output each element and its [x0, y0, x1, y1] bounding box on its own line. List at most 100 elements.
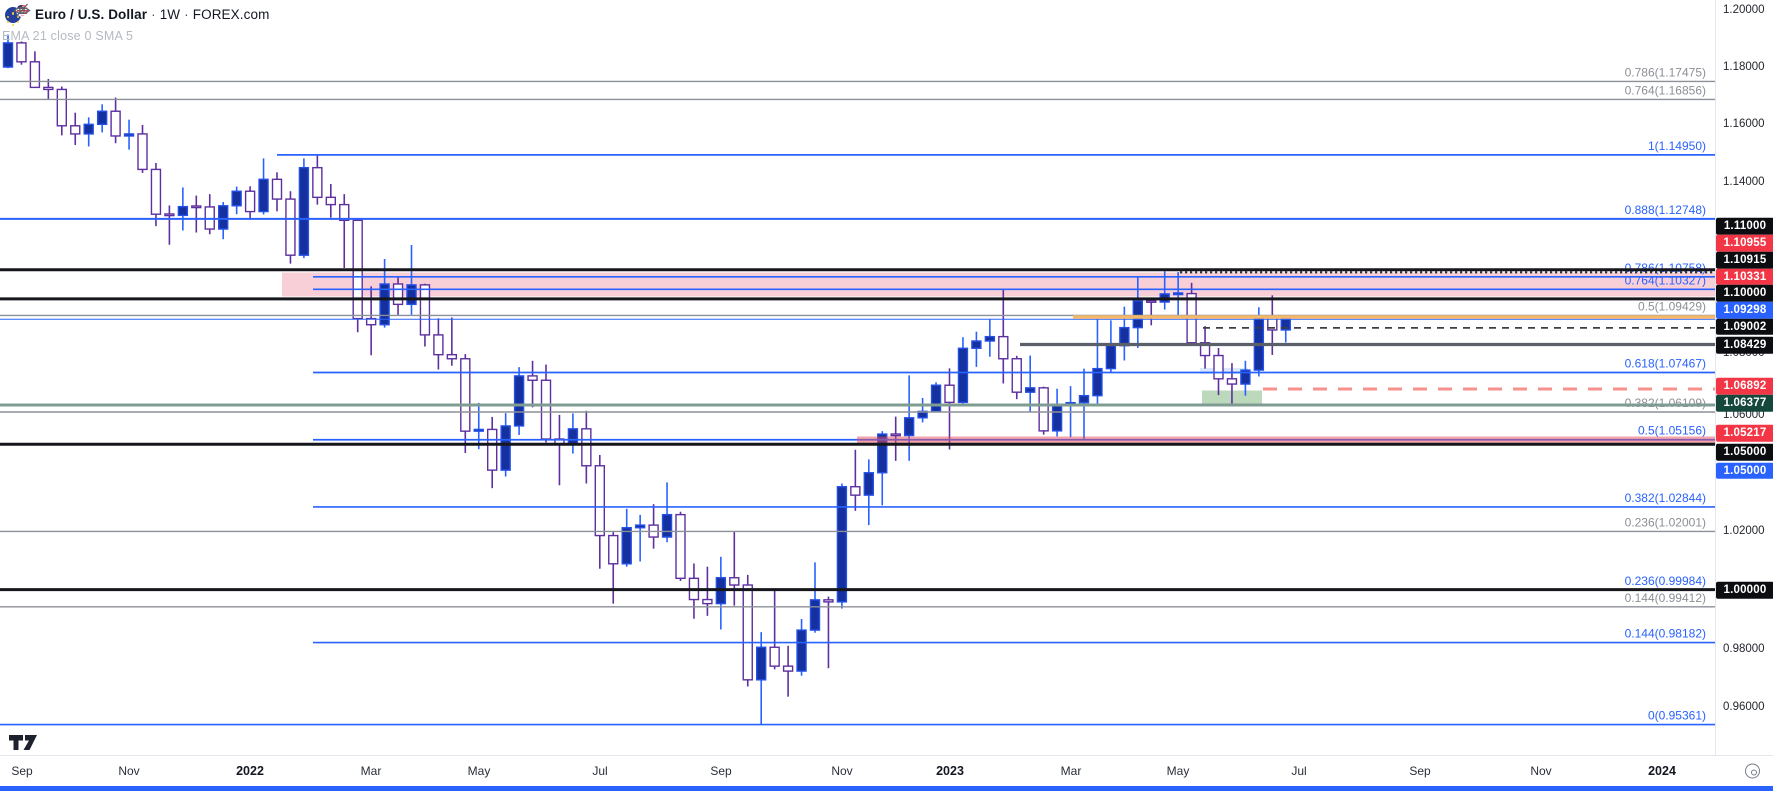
time-tick-label[interactable]: Sep: [1409, 764, 1430, 778]
candle[interactable]: [394, 284, 403, 304]
candle[interactable]: [299, 168, 308, 256]
indicator-row[interactable]: EMA 21 close 0 SMA 5: [2, 29, 269, 43]
time-axis[interactable]: Sep Nov 2022 Mar May Jul Sep Nov 2023 Mar May Jul Se…: [0, 755, 1773, 786]
candle[interactable]: [1214, 356, 1223, 379]
candle[interactable]: [770, 647, 779, 666]
time-tick-label[interactable]: 2024: [1648, 764, 1676, 778]
axis-settings-icon[interactable]: [1745, 764, 1760, 779]
candle[interactable]: [488, 429, 497, 470]
candle[interactable]: [676, 515, 685, 579]
candle[interactable]: [985, 337, 994, 341]
candle[interactable]: [98, 111, 107, 124]
candle[interactable]: [461, 359, 470, 431]
candle[interactable]: [582, 429, 591, 466]
candle[interactable]: [542, 380, 551, 439]
candle[interactable]: [1106, 346, 1115, 369]
candle[interactable]: [232, 191, 241, 206]
time-tick-label[interactable]: May: [468, 764, 491, 778]
candle[interactable]: [474, 429, 483, 431]
time-tick-label[interactable]: Jul: [1291, 764, 1306, 778]
candle[interactable]: [932, 385, 941, 411]
candle[interactable]: [178, 207, 187, 216]
candle[interactable]: [192, 206, 201, 208]
price-axis[interactable]: 1.200001.180001.160001.140001.080001.060…: [1715, 0, 1773, 755]
candle[interactable]: [811, 600, 820, 630]
candle[interactable]: [17, 43, 26, 62]
candle[interactable]: [111, 111, 120, 136]
candle[interactable]: [434, 335, 443, 355]
candle[interactable]: [636, 525, 645, 528]
candle[interactable]: [313, 168, 322, 198]
time-tick-label[interactable]: Mar: [1061, 764, 1082, 778]
time-tick-label[interactable]: 2023: [936, 764, 964, 778]
candle[interactable]: [1039, 388, 1048, 431]
candle[interactable]: [945, 385, 954, 402]
candle[interactable]: [595, 466, 604, 536]
candle[interactable]: [165, 214, 174, 216]
candle[interactable]: [622, 528, 631, 564]
candle[interactable]: [1133, 301, 1142, 328]
candle[interactable]: [447, 355, 456, 359]
candle[interactable]: [851, 487, 860, 495]
candle[interactable]: [259, 179, 268, 211]
candle[interactable]: [958, 348, 967, 402]
candle[interactable]: [1026, 388, 1035, 392]
candle[interactable]: [1174, 293, 1183, 295]
candle[interactable]: [999, 337, 1008, 359]
candle[interactable]: [515, 376, 524, 426]
candle[interactable]: [246, 191, 255, 211]
time-tick-label[interactable]: Sep: [11, 764, 32, 778]
tradingview-logo[interactable]: [8, 734, 42, 752]
candle[interactable]: [609, 536, 618, 564]
candle[interactable]: [703, 600, 712, 604]
visibility-off-icon[interactable]: [13, 3, 31, 18]
candle[interactable]: [84, 124, 93, 134]
candle[interactable]: [864, 473, 873, 495]
time-tick-label[interactable]: Nov: [1530, 764, 1551, 778]
candle[interactable]: [972, 341, 981, 348]
candle[interactable]: [784, 666, 793, 671]
candle[interactable]: [905, 418, 914, 436]
candle[interactable]: [286, 199, 295, 255]
time-tick-label[interactable]: Sep: [710, 764, 731, 778]
candle[interactable]: [501, 426, 510, 470]
candle[interactable]: [1053, 405, 1062, 431]
symbol-row[interactable]: Euro / U.S. Dollar·1W·FOREX.com: [5, 3, 269, 25]
candle[interactable]: [1227, 379, 1236, 384]
candle[interactable]: [57, 89, 66, 125]
candle[interactable]: [1080, 396, 1089, 403]
price-chart-canvas[interactable]: 0.786(1.17475)0.764(1.16856)1(1.14950)0.…: [0, 0, 1715, 755]
candle[interactable]: [663, 515, 672, 537]
candle[interactable]: [44, 87, 53, 89]
time-tick-label[interactable]: Nov: [118, 764, 139, 778]
candle[interactable]: [407, 285, 416, 304]
time-tick-label[interactable]: Nov: [831, 764, 852, 778]
candle[interactable]: [273, 179, 282, 199]
candle[interactable]: [528, 376, 537, 380]
candle[interactable]: [891, 434, 900, 436]
candle[interactable]: [824, 600, 833, 602]
time-tick-label[interactable]: Jul: [592, 764, 607, 778]
candle[interactable]: [138, 134, 147, 169]
candle[interactable]: [1147, 301, 1156, 303]
candle[interactable]: [730, 578, 739, 585]
interval-label[interactable]: 1W: [160, 7, 180, 22]
candle[interactable]: [797, 630, 806, 671]
time-tick-label[interactable]: 2022: [236, 764, 264, 778]
candle[interactable]: [71, 126, 80, 134]
candle[interactable]: [30, 62, 39, 88]
candle[interactable]: [1012, 359, 1021, 392]
time-tick-label[interactable]: Mar: [361, 764, 382, 778]
candle[interactable]: [757, 647, 766, 680]
time-tick-label[interactable]: May: [1167, 764, 1190, 778]
candle[interactable]: [125, 134, 134, 136]
candle[interactable]: [4, 43, 13, 67]
candle[interactable]: [151, 169, 160, 214]
candlestick-chart[interactable]: 0.786(1.17475)0.764(1.16856)1(1.14950)0.…: [0, 0, 1715, 755]
candle[interactable]: [568, 429, 577, 445]
candle[interactable]: [837, 487, 846, 602]
candle[interactable]: [326, 197, 335, 204]
candle[interactable]: [743, 585, 752, 680]
candle[interactable]: [219, 206, 228, 229]
candle[interactable]: [420, 285, 429, 335]
